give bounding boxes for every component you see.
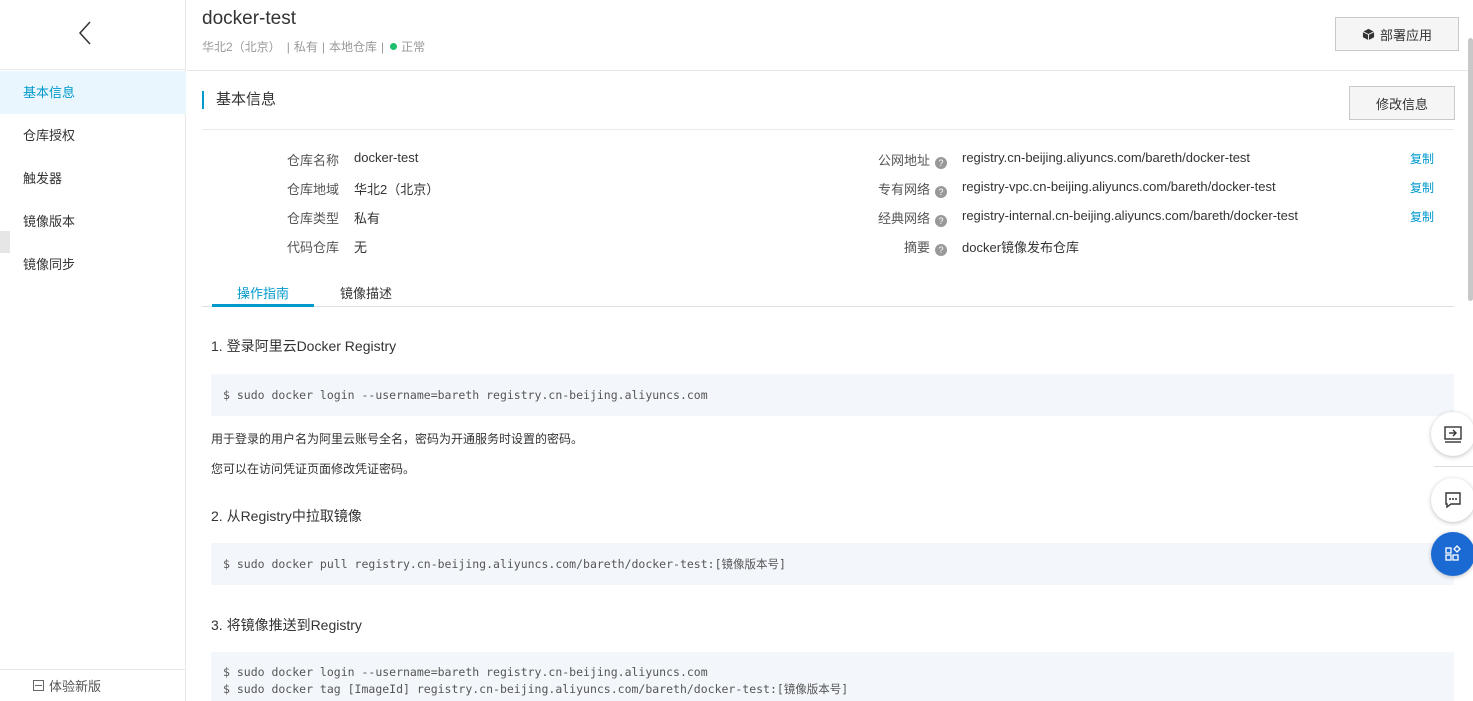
deploy-app-button[interactable]: 部署应用 <box>1335 17 1459 51</box>
try-new-version-label: 体验新版 <box>49 679 102 694</box>
info-value: 无 <box>354 240 368 255</box>
scrollbar[interactable] <box>1468 38 1473 301</box>
step1-title: 1. 登录阿里云Docker Registry <box>211 338 397 354</box>
info-label: 代码仓库 <box>286 240 339 255</box>
tab-bar: 操作指南 镜像描述 <box>202 285 1454 307</box>
info-row: 代码仓库 无 <box>187 237 787 255</box>
edit-info-button[interactable]: 修改信息 <box>1349 86 1455 120</box>
meta-separator: | <box>321 39 325 54</box>
cube-icon <box>1362 28 1375 40</box>
info-label: 公网地址? <box>878 150 947 169</box>
export-button[interactable] <box>1431 412 1473 456</box>
info-label: 仓库地域 <box>286 182 339 197</box>
help-icon[interactable]: ? <box>935 244 947 256</box>
info-value: docker-test <box>354 150 419 165</box>
chat-icon <box>1445 492 1461 509</box>
info-row: 经典网络? registry-internal.cn-beijing.aliyu… <box>787 208 1467 227</box>
info-value: 私有 <box>354 211 381 226</box>
repo-meta: 华北2（北京） | 私有 | 本地仓库 | 正常 <box>202 38 425 55</box>
sidebar-nav: 基本信息 仓库授权 触发器 镜像版本 镜像同步 <box>0 71 186 286</box>
info-label: 经典网络? <box>878 208 947 227</box>
sidebar: 基本信息 仓库授权 触发器 镜像版本 镜像同步 体验新版 <box>0 0 186 701</box>
export-icon <box>1444 426 1462 443</box>
float-separator <box>1434 466 1473 467</box>
info-label: 仓库名称 <box>286 153 339 168</box>
meta-separator: | <box>380 39 385 54</box>
code-line: $ sudo docker tag [ImageId] registry.cn-… <box>223 682 849 696</box>
classic-address-value: registry-internal.cn-beijing.aliyuncs.co… <box>962 208 1298 223</box>
credential-note: 您可以在访问凭证页面修改凭证密码。 <box>211 462 416 476</box>
code-line: $ sudo docker login --username=bareth re… <box>223 388 708 402</box>
step3-title: 3. 将镜像推送到Registry <box>211 617 362 633</box>
section-header: 基本信息 修改信息 <box>202 84 1455 130</box>
login-note: 用于登录的用户名为阿里云账号全名，密码为开通服务时设置的密码。 <box>211 432 584 446</box>
section-title: 基本信息 <box>202 91 276 109</box>
info-row: 仓库类型 私有 <box>187 208 787 226</box>
deploy-app-label: 部署应用 <box>1379 27 1432 43</box>
sidebar-collapse-handle[interactable] <box>0 231 10 253</box>
copy-classic-address-link[interactable]: 复制 <box>1410 208 1434 225</box>
sidebar-item-basic-info[interactable]: 基本信息 <box>0 71 186 114</box>
repo-visibility: 私有 <box>293 40 318 54</box>
help-icon[interactable]: ? <box>935 157 947 169</box>
vpc-address-value: registry-vpc.cn-beijing.aliyuncs.com/bar… <box>962 179 1276 194</box>
info-row: 摘要? docker镜像发布仓库 <box>787 237 1467 256</box>
code-block[interactable]: $ sudo docker login --username=bareth re… <box>211 374 1454 416</box>
tab-image-description[interactable]: 镜像描述 <box>340 285 392 307</box>
repo-region: 华北2（北京） <box>202 40 281 54</box>
info-row: 公网地址? registry.cn-beijing.aliyuncs.com/b… <box>787 150 1467 169</box>
status-badge: 正常 <box>401 40 426 54</box>
page-header: docker-test 华北2（北京） | 私有 | 本地仓库 | 正常 部署应… <box>187 0 1473 71</box>
help-icon[interactable]: ? <box>935 215 947 227</box>
code-line: $ sudo docker login --username=bareth re… <box>223 665 708 679</box>
repo-kind: 本地仓库 <box>328 40 377 54</box>
public-address-value: registry.cn-beijing.aliyuncs.com/bareth/… <box>962 150 1251 165</box>
info-row: 仓库地域 华北2（北京） <box>187 179 787 197</box>
tab-guide[interactable]: 操作指南 <box>212 285 314 307</box>
copy-public-address-link[interactable]: 复制 <box>1410 150 1434 167</box>
info-label: 仓库类型 <box>286 211 339 226</box>
page-title: docker-test <box>202 8 296 29</box>
help-icon[interactable]: ? <box>935 186 947 198</box>
copy-vpc-address-link[interactable]: 复制 <box>1410 179 1434 196</box>
summary-value: docker镜像发布仓库 <box>962 240 1080 255</box>
code-block[interactable]: $ sudo docker login --username=bareth re… <box>211 652 1454 701</box>
apps-icon <box>1445 545 1461 561</box>
step2-title: 2. 从Registry中拉取镜像 <box>211 508 362 524</box>
try-new-version-link[interactable]: 体验新版 <box>0 669 186 701</box>
info-label: 专有网络? <box>878 179 947 198</box>
new-version-icon <box>33 680 44 691</box>
chat-button[interactable] <box>1431 478 1473 522</box>
info-value: 华北2（北京） <box>354 182 440 197</box>
status-dot <box>390 43 398 50</box>
sidebar-item-image-versions[interactable]: 镜像版本 <box>0 200 186 243</box>
back-area <box>0 0 186 70</box>
sidebar-item-repo-auth[interactable]: 仓库授权 <box>0 114 186 157</box>
apps-button[interactable] <box>1431 532 1473 576</box>
code-line: $ sudo docker pull registry.cn-beijing.a… <box>223 557 786 571</box>
chevron-left-icon[interactable] <box>76 20 94 46</box>
sidebar-item-triggers[interactable]: 触发器 <box>0 157 186 200</box>
main-content: 基本信息 修改信息 仓库名称 docker-test 仓库地域 华北2（北京） … <box>187 71 1473 701</box>
info-row: 专有网络? registry-vpc.cn-beijing.aliyuncs.c… <box>787 179 1467 198</box>
sidebar-item-image-sync[interactable]: 镜像同步 <box>0 243 186 286</box>
info-label: 摘要? <box>904 237 947 256</box>
code-block[interactable]: $ sudo docker pull registry.cn-beijing.a… <box>211 543 1454 585</box>
info-row: 仓库名称 docker-test <box>187 150 787 168</box>
meta-separator: | <box>286 39 290 54</box>
